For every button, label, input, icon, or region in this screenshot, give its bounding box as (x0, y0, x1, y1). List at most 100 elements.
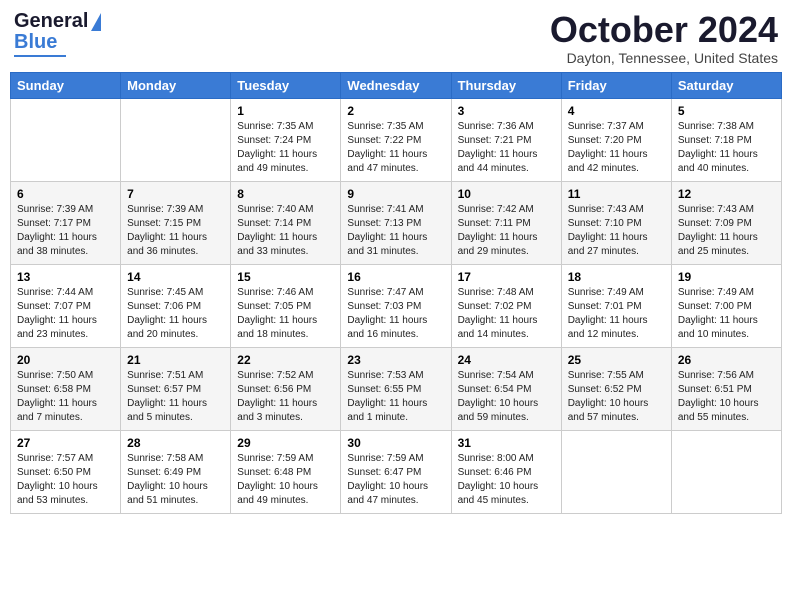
col-header-tuesday: Tuesday (231, 72, 341, 98)
day-number: 31 (458, 436, 555, 450)
calendar-cell: 4Sunrise: 7:37 AMSunset: 7:20 PMDaylight… (561, 98, 671, 181)
logo-triangle-icon (91, 13, 101, 31)
week-row-2: 6Sunrise: 7:39 AMSunset: 7:17 PMDaylight… (11, 181, 782, 264)
day-number: 19 (678, 270, 775, 284)
day-detail: Sunrise: 7:42 AMSunset: 7:11 PMDaylight:… (458, 203, 555, 259)
day-number: 4 (568, 104, 665, 118)
main-title: October 2024 (550, 10, 778, 50)
day-number: 29 (237, 436, 334, 450)
day-number: 28 (127, 436, 224, 450)
col-header-friday: Friday (561, 72, 671, 98)
day-detail: Sunrise: 7:35 AMSunset: 7:24 PMDaylight:… (237, 120, 334, 176)
day-number: 16 (347, 270, 444, 284)
day-number: 9 (347, 187, 444, 201)
day-number: 12 (678, 187, 775, 201)
calendar-cell: 10 Sunrise: 7:42 AMSunset: 7:11 PMDayligh… (451, 181, 561, 264)
day-detail: Sunrise: 7:36 AMSunset: 7:21 PMDaylight:… (458, 120, 555, 176)
calendar-cell: 3 Sunrise: 7:36 AMSunset: 7:21 PMDaylight… (451, 98, 561, 181)
day-detail: Sunrise: 7:47 AMSunset: 7:03 PMDaylight:… (347, 286, 444, 342)
day-detail: Sunrise: 7:45 AMSunset: 7:06 PMDaylight:… (127, 286, 224, 342)
day-detail: Sunrise: 7:51 AMSunset: 6:57 PMDaylight:… (127, 369, 224, 425)
calendar-cell: 15Sunrise: 7:46 AMSunset: 7:05 PMDayligh… (231, 264, 341, 347)
day-number: 24 (458, 353, 555, 367)
day-detail: Sunrise: 7:43 AMSunset: 7:09 PMDaylight:… (678, 203, 775, 259)
calendar-cell: 24Sunrise: 7:54 AMSunset: 6:54 PMDayligh… (451, 347, 561, 430)
calendar-cell: 1 Sunrise: 7:35 AMSunset: 7:24 PMDaylight… (231, 98, 341, 181)
week-row-5: 27 Sunrise: 7:57 AMSunset: 6:50 PMDayligh… (11, 430, 782, 513)
calendar-cell: 14 Sunrise: 7:45 AMSunset: 7:06 PMDayligh… (121, 264, 231, 347)
day-number: 17 (458, 270, 555, 284)
day-detail: Sunrise: 7:49 AMSunset: 7:01 PMDaylight:… (568, 286, 665, 342)
calendar-cell: 17Sunrise: 7:48 AMSunset: 7:02 PMDayligh… (451, 264, 561, 347)
calendar-table: SundayMondayTuesdayWednesdayThursdayFrid… (10, 72, 782, 514)
day-detail: Sunrise: 7:39 AMSunset: 7:15 PMDaylight:… (127, 203, 224, 259)
day-detail: Sunrise: 7:41 AMSunset: 7:13 PMDaylight:… (347, 203, 444, 259)
day-number: 20 (17, 353, 114, 367)
day-detail: Sunrise: 7:53 AMSunset: 6:55 PMDaylight:… (347, 369, 444, 425)
logo-general: General (14, 10, 88, 33)
calendar-cell: 5 Sunrise: 7:38 AMSunset: 7:18 PMDaylight… (671, 98, 781, 181)
day-number: 3 (458, 104, 555, 118)
calendar-cell: 12 Sunrise: 7:43 AMSunset: 7:09 PMDayligh… (671, 181, 781, 264)
day-detail: Sunrise: 7:59 AMSunset: 6:48 PMDaylight:… (237, 452, 334, 508)
day-detail: Sunrise: 7:52 AMSunset: 6:56 PMDaylight:… (237, 369, 334, 425)
calendar-cell (561, 430, 671, 513)
day-detail: Sunrise: 7:55 AMSunset: 6:52 PMDaylight:… (568, 369, 665, 425)
subtitle: Dayton, Tennessee, United States (550, 50, 778, 66)
day-detail: Sunrise: 7:40 AMSunset: 7:14 PMDaylight:… (237, 203, 334, 259)
week-row-4: 20Sunrise: 7:50 AMSunset: 6:58 PMDayligh… (11, 347, 782, 430)
col-header-wednesday: Wednesday (341, 72, 451, 98)
calendar-cell: 20Sunrise: 7:50 AMSunset: 6:58 PMDayligh… (11, 347, 121, 430)
calendar-cell: 13Sunrise: 7:44 AMSunset: 7:07 PMDayligh… (11, 264, 121, 347)
header-row: SundayMondayTuesdayWednesdayThursdayFrid… (11, 72, 782, 98)
col-header-sunday: Sunday (11, 72, 121, 98)
calendar-cell: 25 Sunrise: 7:55 AMSunset: 6:52 PMDayligh… (561, 347, 671, 430)
col-header-thursday: Thursday (451, 72, 561, 98)
day-number: 22 (237, 353, 334, 367)
calendar-cell: 26 Sunrise: 7:56 AMSunset: 6:51 PMDayligh… (671, 347, 781, 430)
day-number: 1 (237, 104, 334, 118)
day-number: 10 (458, 187, 555, 201)
calendar-cell (671, 430, 781, 513)
calendar-cell: 7 Sunrise: 7:39 AMSunset: 7:15 PMDaylight… (121, 181, 231, 264)
calendar-cell: 31 Sunrise: 8:00 AMSunset: 6:46 PMDayligh… (451, 430, 561, 513)
day-detail: Sunrise: 7:44 AMSunset: 7:07 PMDaylight:… (17, 286, 114, 342)
day-detail: Sunrise: 7:43 AMSunset: 7:10 PMDaylight:… (568, 203, 665, 259)
day-number: 23 (347, 353, 444, 367)
day-detail: Sunrise: 7:57 AMSunset: 6:50 PMDaylight:… (17, 452, 114, 508)
calendar-cell: 22 Sunrise: 7:52 AMSunset: 6:56 PMDayligh… (231, 347, 341, 430)
day-detail: Sunrise: 7:56 AMSunset: 6:51 PMDaylight:… (678, 369, 775, 425)
day-number: 26 (678, 353, 775, 367)
day-detail: Sunrise: 7:59 AMSunset: 6:47 PMDaylight:… (347, 452, 444, 508)
logo-underline (14, 55, 66, 57)
day-number: 2 (347, 104, 444, 118)
calendar-cell: 29 Sunrise: 7:59 AMSunset: 6:48 PMDayligh… (231, 430, 341, 513)
day-number: 30 (347, 436, 444, 450)
day-number: 7 (127, 187, 224, 201)
week-row-3: 13Sunrise: 7:44 AMSunset: 7:07 PMDayligh… (11, 264, 782, 347)
day-number: 14 (127, 270, 224, 284)
day-detail: Sunrise: 7:39 AMSunset: 7:17 PMDaylight:… (17, 203, 114, 259)
day-number: 25 (568, 353, 665, 367)
title-block: October 2024 Dayton, Tennessee, United S… (550, 10, 778, 66)
day-detail: Sunrise: 7:38 AMSunset: 7:18 PMDaylight:… (678, 120, 775, 176)
day-number: 5 (678, 104, 775, 118)
logo: General Blue (14, 10, 101, 57)
calendar-cell: 8Sunrise: 7:40 AMSunset: 7:14 PMDaylight… (231, 181, 341, 264)
day-number: 27 (17, 436, 114, 450)
col-header-saturday: Saturday (671, 72, 781, 98)
calendar-cell: 11Sunrise: 7:43 AMSunset: 7:10 PMDayligh… (561, 181, 671, 264)
day-detail: Sunrise: 7:49 AMSunset: 7:00 PMDaylight:… (678, 286, 775, 342)
calendar-cell: 23 Sunrise: 7:53 AMSunset: 6:55 PMDayligh… (341, 347, 451, 430)
logo-blue: Blue (14, 31, 57, 54)
calendar-cell: 30 Sunrise: 7:59 AMSunset: 6:47 PMDayligh… (341, 430, 451, 513)
calendar-cell: 9 Sunrise: 7:41 AMSunset: 7:13 PMDaylight… (341, 181, 451, 264)
calendar-cell: 16 Sunrise: 7:47 AMSunset: 7:03 PMDayligh… (341, 264, 451, 347)
day-number: 21 (127, 353, 224, 367)
page-header: General Blue October 2024 Dayton, Tennes… (10, 10, 782, 66)
day-detail: Sunrise: 8:00 AMSunset: 6:46 PMDaylight:… (458, 452, 555, 508)
calendar-cell: 19 Sunrise: 7:49 AMSunset: 7:00 PMDayligh… (671, 264, 781, 347)
calendar-cell: 6Sunrise: 7:39 AMSunset: 7:17 PMDaylight… (11, 181, 121, 264)
day-number: 18 (568, 270, 665, 284)
calendar-cell (121, 98, 231, 181)
